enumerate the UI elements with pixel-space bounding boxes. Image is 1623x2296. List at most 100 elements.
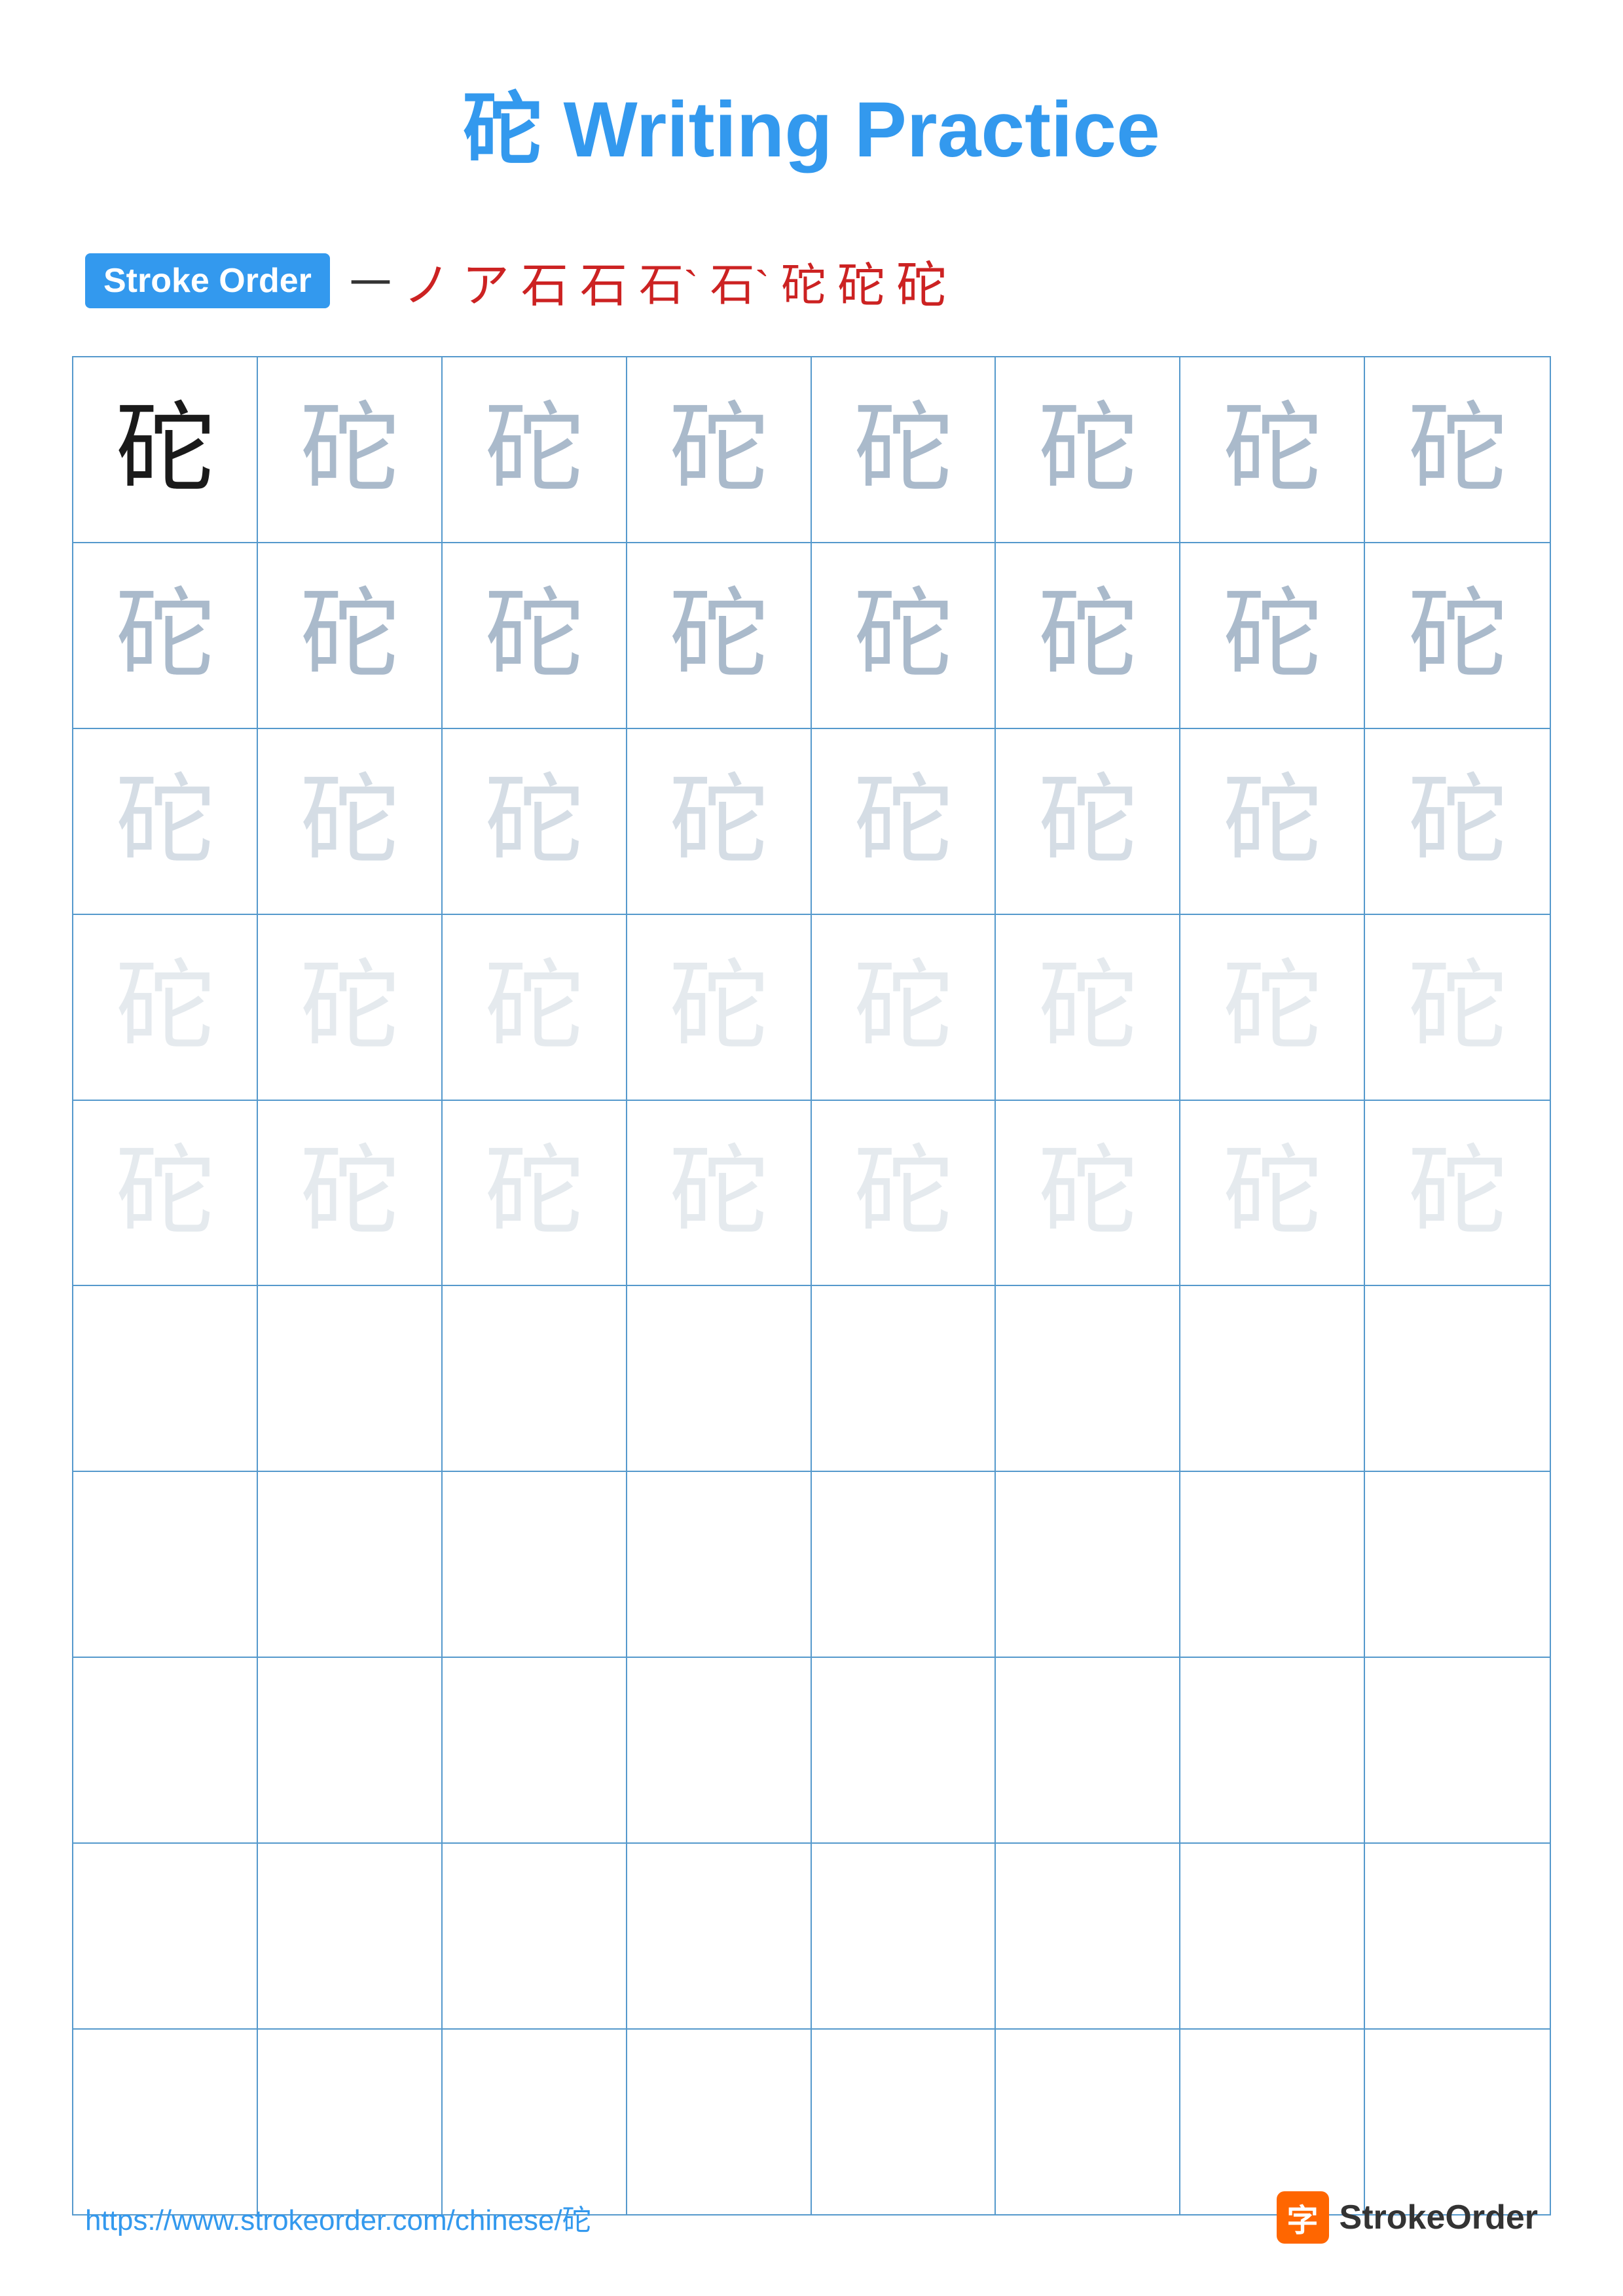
char-vlight: 砣: [854, 958, 952, 1056]
grid-row-10: [73, 2030, 1550, 2214]
grid-cell-9-6[interactable]: [996, 1844, 1180, 2028]
grid-cell-9-4[interactable]: [627, 1844, 812, 2028]
grid-cell-10-2[interactable]: [258, 2030, 443, 2214]
grid-cell-9-5[interactable]: [812, 1844, 996, 2028]
grid-cell-3-8: 砣: [1365, 729, 1550, 914]
char-vlight: 砣: [1038, 958, 1137, 1056]
grid-row-7: [73, 1472, 1550, 1658]
char-light: 砣: [1223, 772, 1321, 870]
grid-cell-7-2[interactable]: [258, 1472, 443, 1657]
grid-cell-4-6: 砣: [996, 915, 1180, 1100]
grid-cell-5-8: 砣: [1365, 1101, 1550, 1285]
grid-cell-5-6: 砣: [996, 1101, 1180, 1285]
grid-cell-7-4[interactable]: [627, 1472, 812, 1657]
stroke-order-chars: 一 ノ ア 石 石 石` 石` 砣 砣 砣: [350, 245, 946, 317]
grid-cell-3-7: 砣: [1180, 729, 1365, 914]
grid-cell-4-7: 砣: [1180, 915, 1365, 1100]
stroke-2: ノ: [403, 247, 450, 315]
grid-cell-8-1[interactable]: [73, 1658, 258, 1842]
char-vlight: 砣: [116, 958, 214, 1056]
grid-cell-6-6[interactable]: [996, 1286, 1180, 1471]
grid-cell-8-2[interactable]: [258, 1658, 443, 1842]
char-light: 砣: [485, 772, 583, 870]
grid-cell-2-3: 砣: [443, 543, 627, 728]
grid-cell-3-5: 砣: [812, 729, 996, 914]
grid-row-9: [73, 1844, 1550, 2030]
grid-cell-6-1[interactable]: [73, 1286, 258, 1471]
grid-row-8: [73, 1658, 1550, 1844]
grid-cell-2-1: 砣: [73, 543, 258, 728]
char-vlight: 砣: [485, 958, 583, 1056]
grid-cell-2-8: 砣: [1365, 543, 1550, 728]
char-light: 砣: [116, 772, 214, 870]
grid-cell-10-8[interactable]: [1365, 2030, 1550, 2214]
grid-cell-4-5: 砣: [812, 915, 996, 1100]
stroke-8: 砣: [781, 249, 826, 314]
grid-cell-9-7[interactable]: [1180, 1844, 1365, 2028]
char-light: 砣: [1038, 772, 1137, 870]
grid-cell-5-4: 砣: [627, 1101, 812, 1285]
grid-cell-8-3[interactable]: [443, 1658, 627, 1842]
grid-cell-10-1[interactable]: [73, 2030, 258, 2214]
grid-cell-10-7[interactable]: [1180, 2030, 1365, 2214]
grid-cell-10-4[interactable]: [627, 2030, 812, 2214]
footer-url[interactable]: https://www.strokeorder.com/chinese/砣: [85, 2197, 591, 2238]
grid-cell-7-5[interactable]: [812, 1472, 996, 1657]
grid-cell-8-7[interactable]: [1180, 1658, 1365, 1842]
char-light: 砣: [301, 772, 399, 870]
stroke-10: 砣: [896, 245, 946, 317]
grid-cell-10-6[interactable]: [996, 2030, 1180, 2214]
char-vlight: 砣: [1038, 1143, 1137, 1242]
grid-cell-1-3: 砣: [443, 357, 627, 542]
practice-grid: 砣 砣 砣 砣 砣 砣 砣 砣: [72, 356, 1551, 2215]
grid-cell-3-2: 砣: [258, 729, 443, 914]
grid-cell-7-3[interactable]: [443, 1472, 627, 1657]
grid-cell-6-3[interactable]: [443, 1286, 627, 1471]
char-medium: 砣: [1223, 401, 1321, 499]
grid-cell-5-5: 砣: [812, 1101, 996, 1285]
grid-cell-1-1: 砣: [73, 357, 258, 542]
grid-row-5: 砣 砣 砣 砣 砣 砣 砣 砣: [73, 1101, 1550, 1287]
stroke-1: 一: [350, 251, 392, 311]
grid-cell-8-8[interactable]: [1365, 1658, 1550, 1842]
grid-cell-7-1[interactable]: [73, 1472, 258, 1657]
char-solid: 砣: [116, 401, 214, 499]
grid-cell-10-5[interactable]: [812, 2030, 996, 2214]
char-medium: 砣: [670, 586, 768, 685]
grid-cell-7-6[interactable]: [996, 1472, 1180, 1657]
stroke-7: 石`: [710, 249, 770, 314]
stroke-3: ア: [462, 247, 509, 315]
char-medium: 砣: [485, 586, 583, 685]
footer-logo: 字 StrokeOrder: [1277, 2191, 1538, 2244]
grid-cell-3-6: 砣: [996, 729, 1180, 914]
page-title: 砣 Writing Practice: [0, 0, 1623, 219]
grid-cell-3-4: 砣: [627, 729, 812, 914]
grid-cell-2-5: 砣: [812, 543, 996, 728]
grid-cell-8-6[interactable]: [996, 1658, 1180, 1842]
grid-cell-10-3[interactable]: [443, 2030, 627, 2214]
grid-cell-8-4[interactable]: [627, 1658, 812, 1842]
grid-cell-4-4: 砣: [627, 915, 812, 1100]
grid-cell-6-2[interactable]: [258, 1286, 443, 1471]
grid-row-4: 砣 砣 砣 砣 砣 砣 砣 砣: [73, 915, 1550, 1101]
grid-cell-6-4[interactable]: [627, 1286, 812, 1471]
grid-cell-6-8[interactable]: [1365, 1286, 1550, 1471]
char-vlight: 砣: [670, 1143, 768, 1242]
stroke-4: 石: [521, 247, 568, 315]
char-vlight: 砣: [670, 958, 768, 1056]
grid-cell-6-7[interactable]: [1180, 1286, 1365, 1471]
grid-cell-9-1[interactable]: [73, 1844, 258, 2028]
char-vlight: 砣: [854, 1143, 952, 1242]
char-light: 砣: [670, 772, 768, 870]
grid-cell-9-2[interactable]: [258, 1844, 443, 2028]
grid-cell-9-3[interactable]: [443, 1844, 627, 2028]
grid-cell-7-8[interactable]: [1365, 1472, 1550, 1657]
grid-cell-9-8[interactable]: [1365, 1844, 1550, 2028]
char-medium: 砣: [301, 586, 399, 685]
grid-cell-8-5[interactable]: [812, 1658, 996, 1842]
grid-cell-7-7[interactable]: [1180, 1472, 1365, 1657]
stroke-order-badge: Stroke Order: [85, 253, 330, 308]
stroke-9: 砣: [837, 247, 884, 315]
grid-cell-1-7: 砣: [1180, 357, 1365, 542]
grid-cell-6-5[interactable]: [812, 1286, 996, 1471]
